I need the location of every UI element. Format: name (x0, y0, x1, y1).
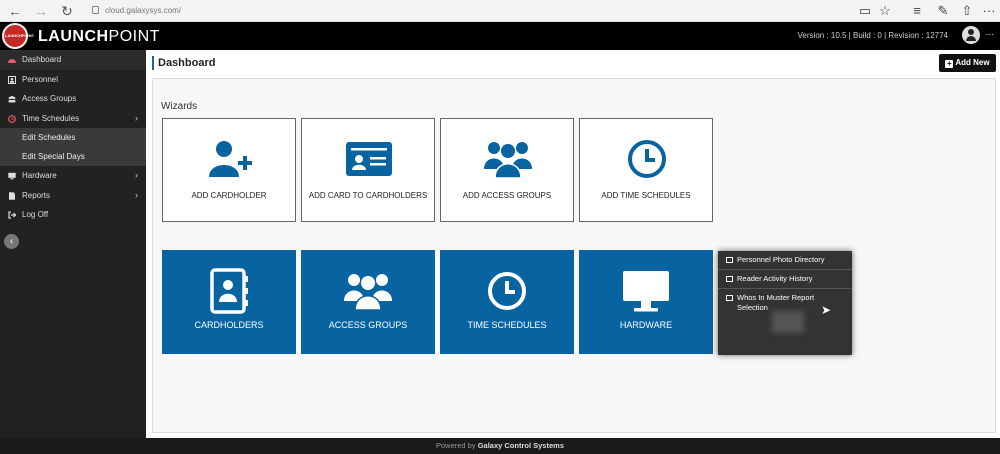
id-card-icon (346, 142, 392, 176)
sidebar-item-label: Log Off (22, 210, 49, 219)
tile-access-groups[interactable]: ACCESS GROUPS (301, 250, 435, 354)
report-reader-activity-history[interactable]: Reader Activity History (718, 270, 852, 289)
tile-hardware[interactable]: HARDWARE (579, 250, 713, 354)
sidebar-item-dashboard[interactable]: Dashboard (0, 50, 146, 70)
more-options-icon[interactable]: ... (986, 27, 994, 38)
app-header: LAUNCHPOINT LAUNCHPOINT Version : 10.5 |… (0, 22, 1000, 50)
sidebar-item-reports[interactable]: Reports › (0, 186, 146, 206)
wizard-add-time-schedules[interactable]: ADD TIME SCHEDULES (579, 118, 713, 222)
wizard-add-cardholder[interactable]: ADD CARDHOLDER (162, 118, 296, 222)
wizard-label: ADD CARD TO CARDHOLDERS (308, 191, 428, 200)
group-icon (8, 95, 16, 103)
back-icon[interactable]: ← (6, 2, 24, 20)
report-label: Personnel Photo Directory (737, 255, 825, 264)
clock-icon (488, 272, 526, 310)
lock-icon (92, 6, 99, 14)
sidebar-item-label: Hardware (22, 171, 57, 180)
group-icon (344, 274, 392, 311)
brand-name: LAUNCHPOINT (38, 28, 160, 45)
sidebar-item-label: Access Groups (22, 94, 77, 103)
blurred-content (772, 311, 804, 333)
wizard-add-card-to-cardholders[interactable]: ADD CARD TO CARDHOLDERS (301, 118, 435, 222)
tile-label: TIME SCHEDULES (467, 320, 547, 330)
tile-time-schedules[interactable]: TIME SCHEDULES (440, 250, 574, 354)
launchpoint-logo: LAUNCHPOINT (2, 23, 34, 49)
group-icon (484, 142, 532, 179)
tile-label: ACCESS GROUPS (328, 320, 408, 330)
clock-icon (628, 140, 666, 178)
tile-label: CARDHOLDERS (194, 320, 264, 330)
report-label: Whos In Muster Report Selection (737, 293, 815, 312)
address-book-icon (210, 268, 248, 314)
hub-icon[interactable]: ≡ (908, 2, 926, 20)
browser-more-icon[interactable]: ··· (980, 2, 998, 20)
sidebar-item-log-off[interactable]: Log Off (0, 205, 146, 225)
chevron-left-icon: ‹ (9, 236, 14, 247)
window-icon (726, 257, 733, 263)
url-text: cloud.galaxysys.com/ (105, 6, 182, 15)
main-content: Dashboard + Add New Wizards ADD CARDHOLDE… (146, 50, 1000, 438)
window-icon (726, 295, 733, 301)
refresh-icon[interactable]: ↻ (58, 2, 76, 20)
wizard-label: ADD ACCESS GROUPS (462, 191, 552, 200)
address-bar[interactable]: cloud.galaxysys.com/ (92, 3, 852, 19)
wizard-add-access-groups[interactable]: ADD ACCESS GROUPS (440, 118, 574, 222)
logoff-icon (8, 211, 16, 219)
add-new-button[interactable]: + Add New (939, 54, 996, 72)
dashboard-icon (8, 59, 16, 63)
sidebar-item-personnel[interactable]: Personnel (0, 70, 146, 90)
sidebar-item-hardware[interactable]: Hardware › (0, 166, 146, 186)
sidebar-subitem-edit-special-days[interactable]: Edit Special Days (0, 147, 146, 166)
sidebar-item-label: Reports (22, 190, 51, 200)
sidebar-item-label: Personnel (22, 74, 59, 84)
favorite-star-icon[interactable]: ☆ (876, 2, 894, 20)
page-title: Dashboard (152, 56, 215, 70)
share-icon[interactable]: ⇧ (958, 2, 976, 20)
add-user-icon (209, 141, 252, 177)
tile-cardholders[interactable]: CARDHOLDERS (162, 250, 296, 354)
tile-label: HARDWARE (619, 320, 673, 330)
sidebar-item-label: Dashboard (22, 55, 62, 64)
sidebar-item-time-schedules[interactable]: Time Schedules › (0, 109, 146, 129)
window-icon (726, 276, 733, 282)
sidebar: Dashboard Personnel Access Groups Time S… (0, 50, 146, 438)
chevron-right-icon: › (135, 170, 138, 180)
version-info: Version : 10.5 | Build : 0 | Revision : … (797, 31, 948, 40)
report-label: Reader Activity History (737, 274, 813, 283)
add-new-label: Add New (955, 58, 990, 67)
report-icon (9, 191, 15, 200)
reading-view-icon[interactable]: ▭ (856, 2, 874, 20)
sidebar-subitem-edit-schedules[interactable]: Edit Schedules (0, 128, 146, 147)
footer-prefix: Powered by (436, 441, 476, 450)
collapse-sidebar-button[interactable]: ‹ (4, 234, 19, 249)
forward-icon[interactable]: → (32, 2, 50, 20)
footer-company: Galaxy Control Systems (477, 441, 564, 450)
wizard-label: ADD CARDHOLDER (191, 191, 267, 200)
user-avatar-icon[interactable] (962, 26, 980, 44)
personnel-icon (8, 75, 16, 84)
sidebar-item-access-groups[interactable]: Access Groups (0, 89, 146, 109)
wizard-label: ADD TIME SCHEDULES (601, 191, 691, 200)
wizards-heading: Wizards (161, 101, 198, 112)
browser-toolbar: ← → ↻ cloud.galaxysys.com/ ▭ ☆ ≡ ✎ ⇧ ··· (0, 0, 1000, 22)
mouse-cursor-icon: ➤ (821, 303, 832, 317)
sidebar-item-label: Time Schedules (22, 113, 80, 123)
notes-icon[interactable]: ✎ (934, 2, 952, 20)
monitor-icon (8, 172, 16, 180)
report-personnel-photo-directory[interactable]: Personnel Photo Directory (718, 251, 852, 270)
chevron-right-icon: › (135, 189, 138, 200)
monitor-icon (623, 271, 669, 312)
reports-tile-menu: Personnel Photo Directory Reader Activit… (718, 251, 852, 355)
clock-icon (8, 114, 16, 123)
plus-icon: + (945, 59, 954, 68)
footer: Powered by Galaxy Control Systems (0, 438, 1000, 454)
chevron-right-icon: › (135, 112, 138, 123)
